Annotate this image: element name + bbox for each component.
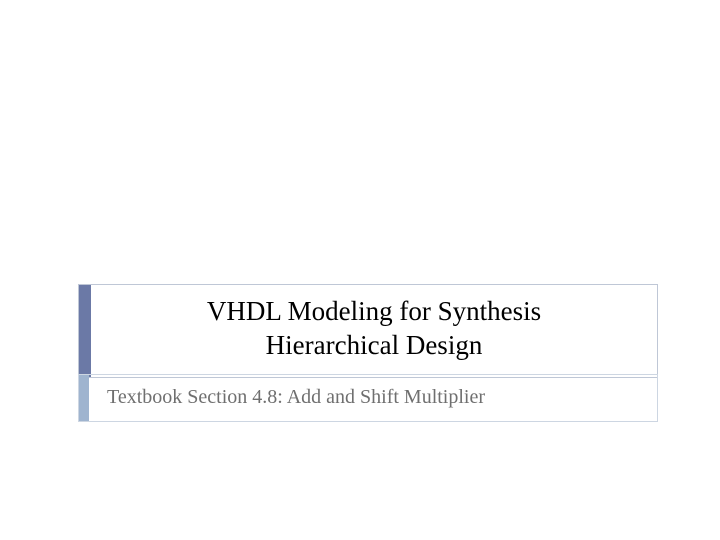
title-line-1: VHDL Modeling for Synthesis: [207, 296, 541, 326]
title-accent-bar: [79, 285, 91, 377]
slide-title: VHDL Modeling for Synthesis Hierarchical…: [91, 285, 657, 377]
title-line-2: Hierarchical Design: [266, 330, 483, 360]
title-block: VHDL Modeling for Synthesis Hierarchical…: [78, 284, 658, 378]
slide: VHDL Modeling for Synthesis Hierarchical…: [0, 0, 720, 540]
subtitle-block: Textbook Section 4.8: Add and Shift Mult…: [78, 374, 658, 422]
slide-subtitle: Textbook Section 4.8: Add and Shift Mult…: [89, 375, 657, 421]
subtitle-accent-bar: [79, 375, 89, 421]
